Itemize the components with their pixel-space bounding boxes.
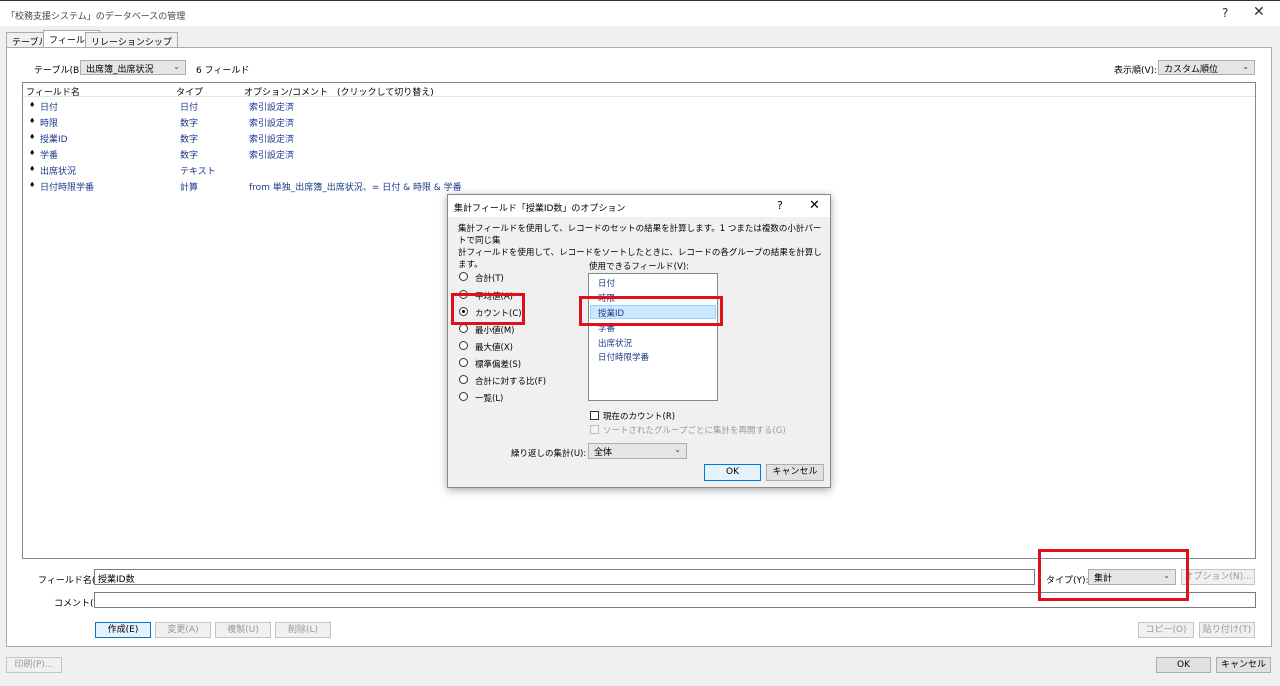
table-select-value: 出席簿_出席状況	[86, 65, 154, 75]
table-select[interactable]: 出席簿_出席状況 ⌄	[80, 60, 186, 75]
window-title: 「校務支援システム」のデータベースの管理	[6, 12, 186, 22]
chevron-down-icon: ⌄	[1242, 62, 1249, 71]
sort-select[interactable]: カスタム順位 ⌄	[1158, 60, 1255, 75]
change-button[interactable]: 変更(A)	[155, 622, 211, 638]
bullet-icon: ♦	[29, 101, 36, 109]
restart-checkbox[interactable]	[590, 425, 599, 434]
field-name-input[interactable]: 授業ID数	[94, 569, 1035, 585]
table-label: テーブル(B):	[34, 66, 86, 76]
bullet-icon: ♦	[29, 149, 36, 157]
tab-relationships[interactable]: リレーションシップ	[85, 32, 178, 48]
delete-button[interactable]: 削除(L)	[275, 622, 331, 638]
radio-label: 最大値(X)	[475, 343, 513, 353]
copy-button[interactable]: コピー(O)	[1138, 622, 1194, 638]
help-icon[interactable]: ?	[777, 199, 783, 212]
summary-options-dialog: 集計フィールド「授業ID数」のオプション ? ✕ 集計フィールドを使用して、レコ…	[447, 194, 831, 488]
bullet-icon: ♦	[29, 117, 36, 125]
window-title-bar: 「校務支援システム」のデータベースの管理 ? ✕	[0, 0, 1280, 26]
options-button[interactable]: オプション(N)...	[1181, 569, 1255, 585]
available-fields-list[interactable]: 日付 時限 授業ID 学番 出席状況 日付時限学番	[588, 273, 718, 401]
print-button[interactable]: 印刷(P)...	[6, 657, 62, 673]
highlight-box-type	[1038, 549, 1189, 601]
radio-circle	[459, 272, 468, 281]
paste-button[interactable]: 貼り付け(T)	[1199, 622, 1255, 638]
available-fields-label: 使用できるフィールド(V):	[589, 262, 689, 272]
list-item[interactable]: 日付時限学番	[598, 351, 649, 363]
list-item[interactable]: 日付	[598, 277, 615, 289]
repeat-select-value: 全体	[594, 448, 613, 458]
ok-button[interactable]: OK	[1156, 657, 1211, 673]
dialog-title-bar: 集計フィールド「授業ID数」のオプション ? ✕	[448, 195, 830, 217]
repeat-select[interactable]: 全体 ⌄	[588, 443, 687, 459]
radio-label: 最小値(M)	[475, 326, 515, 336]
field-count: 6 フィールド	[196, 66, 250, 76]
radio-circle	[459, 358, 468, 367]
bullet-icon: ♦	[29, 181, 36, 189]
highlight-box-count	[451, 293, 525, 325]
radio-label: 一覧(L)	[475, 394, 504, 404]
chevron-down-icon: ⌄	[674, 445, 681, 454]
bullet-icon: ♦	[29, 133, 36, 141]
radio-label: 標準偏差(S)	[475, 360, 522, 370]
table-row[interactable]: ♦ 学番 数字 索引設定済	[23, 145, 1255, 161]
radio-circle	[459, 341, 468, 350]
repeat-label: 繰り返しの集計(U):	[511, 449, 587, 459]
current-count-checkbox[interactable]	[590, 411, 599, 420]
radio-circle	[459, 324, 468, 333]
table-row[interactable]: ♦ 授業ID 数字 索引設定済	[23, 129, 1255, 145]
list-header: フィールド名 タイプ オプション/コメント (クリックして切り替え)	[23, 83, 1255, 98]
table-row[interactable]: ♦ 日付 日付 索引設定済	[23, 97, 1255, 113]
description-line: 集計フィールドを使用して、レコードのセットの結果を計算します。1 つまたは複数の…	[458, 224, 822, 246]
bullet-icon: ♦	[29, 165, 36, 173]
cancel-button[interactable]: キャンセル	[1216, 657, 1271, 673]
radio-circle	[459, 392, 468, 401]
duplicate-button[interactable]: 複製(U)	[215, 622, 271, 638]
dialog-title: 集計フィールド「授業ID数」のオプション	[454, 204, 626, 214]
create-button[interactable]: 作成(E)	[95, 622, 151, 638]
restart-label: ソートされたグループごとに集計を再開する(G)	[603, 426, 786, 436]
current-count-label: 現在のカウント(R)	[603, 412, 676, 422]
sort-select-value: カスタム順位	[1164, 65, 1219, 75]
radio-label: 合計に対する比(F)	[475, 377, 547, 387]
chevron-down-icon: ⌄	[173, 62, 180, 71]
close-icon[interactable]: ✕	[809, 198, 820, 213]
sort-label: 表示順(V):	[1114, 66, 1158, 76]
help-icon[interactable]: ?	[1222, 6, 1228, 20]
dialog-ok-button[interactable]: OK	[704, 464, 761, 481]
table-row[interactable]: ♦ 出席状況 テキスト	[23, 161, 1255, 177]
radio-label: 合計(T)	[475, 274, 504, 284]
radio-circle	[459, 375, 468, 384]
close-icon[interactable]: ✕	[1253, 4, 1265, 20]
table-row[interactable]: ♦ 日付時限学番 計算 from 単独_出席簿_出席状況、= 日付 & 時限 &…	[23, 177, 1255, 193]
table-row[interactable]: ♦ 時限 数字 索引設定済	[23, 113, 1255, 129]
highlight-box-field	[579, 296, 723, 326]
list-item[interactable]: 出席状況	[598, 337, 632, 349]
dialog-cancel-button[interactable]: キャンセル	[766, 464, 824, 481]
